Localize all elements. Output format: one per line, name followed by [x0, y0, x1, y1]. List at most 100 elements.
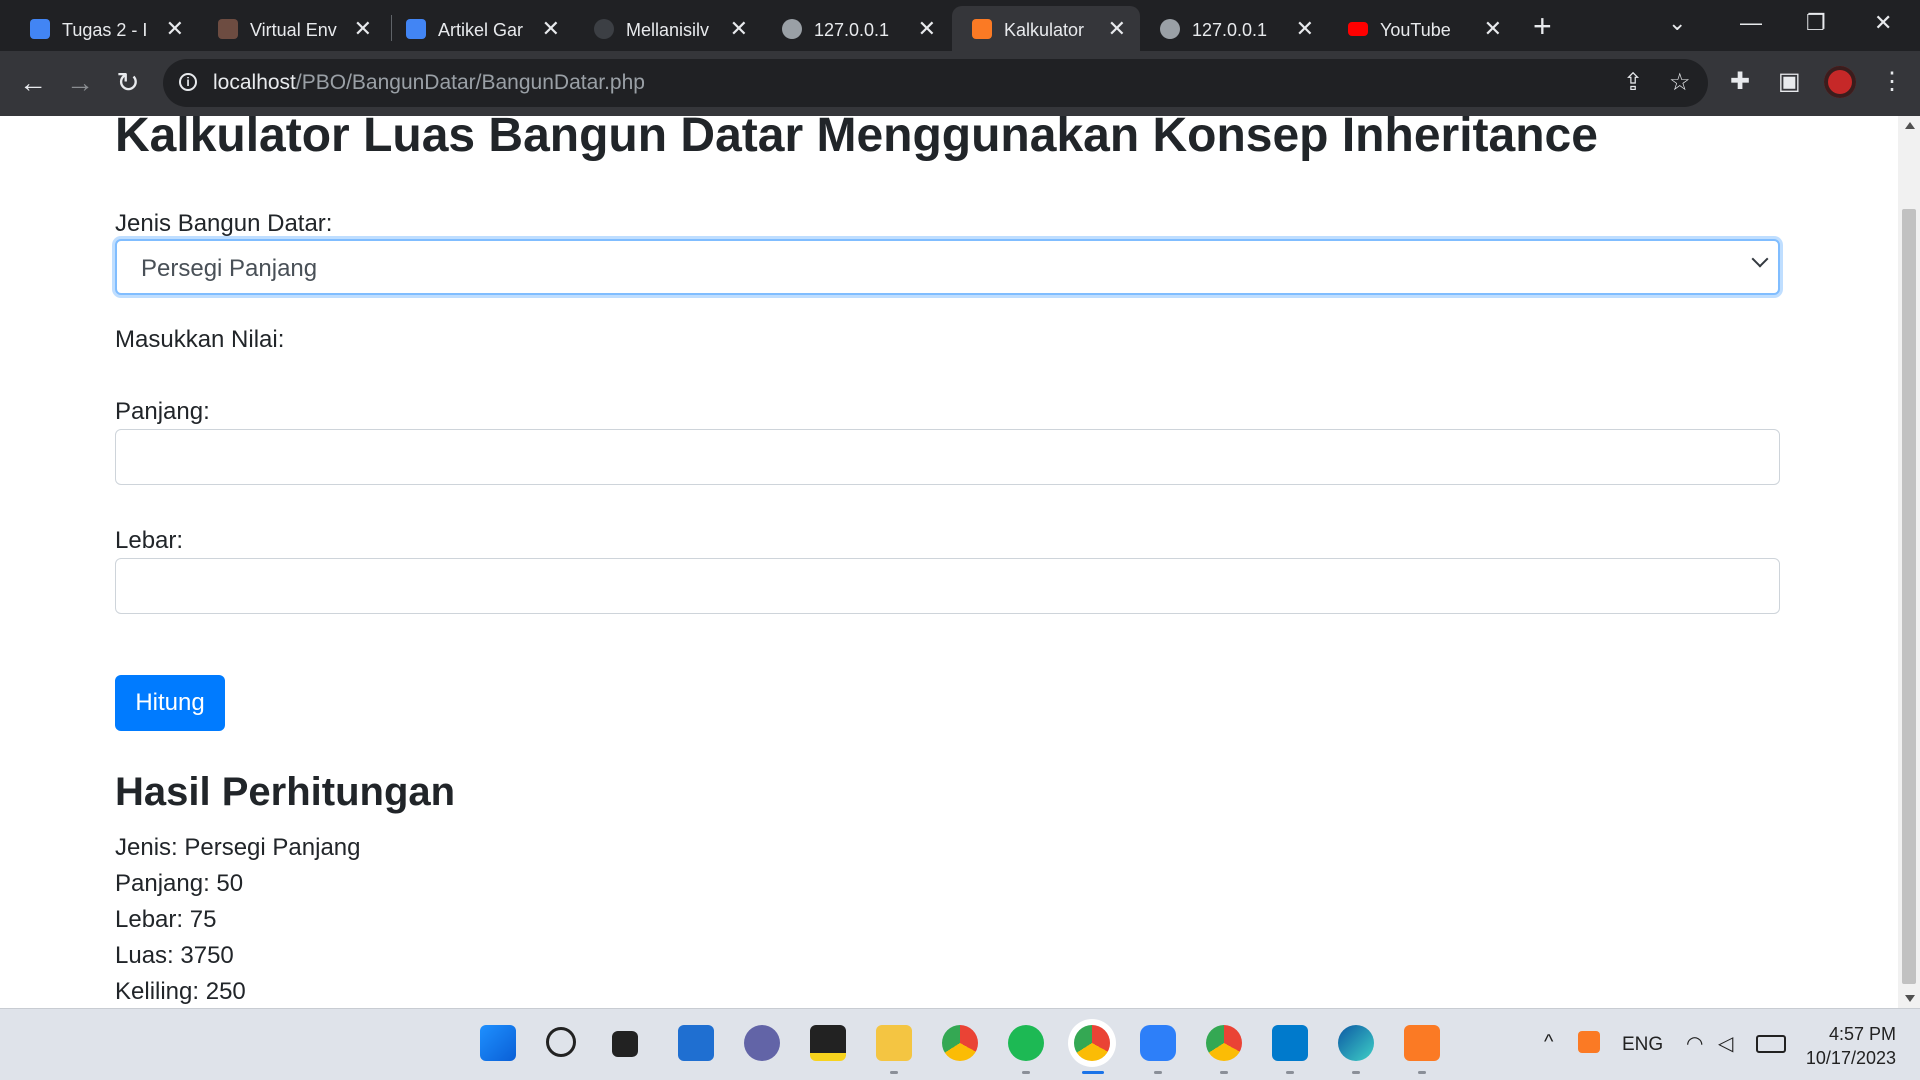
reload-icon[interactable]: ↻	[110, 65, 146, 101]
edge-icon[interactable]	[1338, 1025, 1374, 1061]
tab-search-icon[interactable]: ⌄	[1668, 8, 1686, 38]
url-path: /PBO/BangunDatar/BangunDatar.php	[295, 71, 645, 94]
close-icon[interactable]: ✕	[1296, 17, 1314, 41]
close-icon[interactable]: ✕	[166, 17, 184, 41]
result-keliling: Keliling: 250	[115, 978, 246, 1005]
file-explorer-icon[interactable]	[876, 1025, 912, 1061]
tab-github[interactable]: Mellanisilv ✕	[574, 6, 762, 51]
jenis-label: Jenis Bangun Datar:	[115, 210, 333, 237]
vscode-icon[interactable]	[1272, 1025, 1308, 1061]
tab-title: Tugas 2 - I	[62, 20, 148, 40]
jenis-selected-value: Persegi Panjang	[141, 255, 318, 282]
search-icon[interactable]	[546, 1027, 576, 1057]
new-tab-button[interactable]: +	[1533, 8, 1552, 44]
hitung-button[interactable]: Hitung	[115, 675, 225, 731]
chrome-icon[interactable]	[942, 1025, 978, 1061]
tab-artikel[interactable]: Artikel Gar ✕	[386, 6, 574, 51]
tab-title: 127.0.0.1	[814, 20, 890, 40]
masukkan-label: Masukkan Nilai:	[115, 326, 285, 353]
tab-title: Kalkulator	[1004, 20, 1085, 40]
chevron-down-icon	[1751, 250, 1769, 268]
teams-chat-icon[interactable]	[744, 1025, 780, 1061]
windows-start-icon[interactable]	[480, 1025, 516, 1061]
result-jenis: Jenis: Persegi Panjang	[115, 834, 361, 861]
close-icon[interactable]: ✕	[730, 17, 748, 41]
task-view-icon[interactable]	[612, 1031, 638, 1057]
menu-icon[interactable]: ⋮	[1880, 68, 1904, 96]
tab-title: Virtual Env	[250, 20, 337, 40]
panjang-input[interactable]	[115, 429, 1780, 485]
windows-taskbar: ^ ENG ◠ ◁ 4:57 PM 10/17/2023	[0, 1008, 1920, 1080]
tab-title: Mellanisilv	[626, 20, 710, 40]
close-icon[interactable]: ✕	[918, 17, 936, 41]
close-icon[interactable]: ✕	[1484, 17, 1502, 41]
side-panel-icon[interactable]: ▣	[1778, 68, 1801, 96]
tab-kalkulator[interactable]: Kalkulator ✕	[952, 6, 1140, 51]
active-indicator	[1082, 1071, 1104, 1074]
url-text[interactable]: localhost/PBO/BangunDatar/BangunDatar.ph…	[213, 71, 645, 95]
browser-tab-strip: Tugas 2 - I ✕ Virtual Env ✕ Artikel Gar …	[0, 0, 1920, 51]
result-luas: Luas: 3750	[115, 942, 234, 969]
lebar-input[interactable]	[115, 558, 1780, 614]
forward-icon[interactable]: →	[62, 65, 98, 101]
globe-icon	[1160, 19, 1180, 39]
xampp-icon	[972, 19, 992, 39]
page-content: Kalkulator Luas Bangun Datar Menggunakan…	[0, 116, 1898, 1008]
tab-tugas[interactable]: Tugas 2 - I ✕	[10, 6, 198, 51]
tab-title: Artikel Gar	[438, 20, 524, 40]
running-indicator	[1220, 1071, 1228, 1074]
chrome-profile-p-icon[interactable]	[1206, 1025, 1242, 1061]
sticky-notes-icon[interactable]	[810, 1025, 846, 1061]
running-indicator	[1022, 1071, 1030, 1074]
tab-title: YouTube	[1380, 20, 1451, 40]
back-icon[interactable]: ←	[15, 65, 51, 101]
bookmark-star-icon[interactable]: ☆	[1669, 69, 1691, 97]
scroll-down-icon[interactable]	[1905, 995, 1915, 1002]
spotify-icon[interactable]	[1008, 1025, 1044, 1061]
github-icon	[594, 19, 614, 39]
running-indicator	[1154, 1071, 1162, 1074]
share-icon[interactable]: ⇪	[1623, 69, 1643, 97]
minimize-icon[interactable]: —	[1740, 8, 1762, 38]
dev-app-icon[interactable]	[1140, 1025, 1176, 1061]
lebar-label: Lebar:	[115, 527, 184, 554]
tab-localhost-2[interactable]: 127.0.0.1 ✕	[1140, 6, 1328, 51]
tab-title: 127.0.0.1	[1192, 20, 1268, 40]
widgets-icon[interactable]	[678, 1025, 714, 1061]
globe-icon	[782, 19, 802, 39]
chrome-profile-icon[interactable]	[1074, 1025, 1110, 1061]
battery-icon[interactable]	[1756, 1035, 1786, 1053]
clock-date[interactable]: 10/17/2023	[1796, 1047, 1896, 1069]
running-indicator	[1352, 1071, 1360, 1074]
language-indicator[interactable]: ENG	[1622, 1034, 1663, 1056]
tab-localhost-1[interactable]: 127.0.0.1 ✕	[762, 6, 950, 51]
scroll-thumb[interactable]	[1902, 209, 1916, 984]
panjang-label: Panjang:	[115, 398, 210, 425]
tray-chevron-icon[interactable]: ^	[1544, 1031, 1553, 1054]
docs-icon	[406, 19, 426, 39]
scroll-up-icon[interactable]	[1905, 122, 1915, 129]
close-window-icon[interactable]: ✕	[1874, 8, 1892, 38]
xampp-tray-icon[interactable]	[1578, 1031, 1600, 1053]
running-indicator	[890, 1071, 898, 1074]
result-panjang: Panjang: 50	[115, 870, 244, 897]
clock-time[interactable]: 4:57 PM	[1810, 1023, 1896, 1045]
tab-virtual-env[interactable]: Virtual Env ✕	[198, 6, 386, 51]
restore-icon[interactable]: ❐	[1806, 8, 1826, 38]
result-lebar: Lebar: 75	[115, 906, 217, 933]
address-bar[interactable]: i localhost/PBO/BangunDatar/BangunDatar.…	[163, 59, 1708, 107]
close-icon[interactable]: ✕	[1108, 17, 1126, 41]
wifi-icon[interactable]: ◠	[1686, 1031, 1703, 1056]
youtube-icon	[1348, 22, 1368, 36]
volume-icon[interactable]: ◁	[1718, 1031, 1733, 1056]
tab-youtube[interactable]: YouTube ✕	[1328, 6, 1516, 51]
page-scrollbar[interactable]	[1898, 116, 1920, 1008]
close-icon[interactable]: ✕	[354, 17, 372, 41]
info-icon[interactable]: i	[179, 73, 197, 91]
jenis-select[interactable]: Persegi Panjang	[115, 239, 1780, 295]
close-icon[interactable]: ✕	[542, 17, 560, 41]
profile-avatar[interactable]	[1824, 66, 1856, 98]
xampp-icon[interactable]	[1404, 1025, 1440, 1061]
browser-toolbar: ← → ↻ i localhost/PBO/BangunDatar/Bangun…	[0, 51, 1920, 116]
extensions-icon[interactable]: ✚	[1730, 68, 1750, 96]
